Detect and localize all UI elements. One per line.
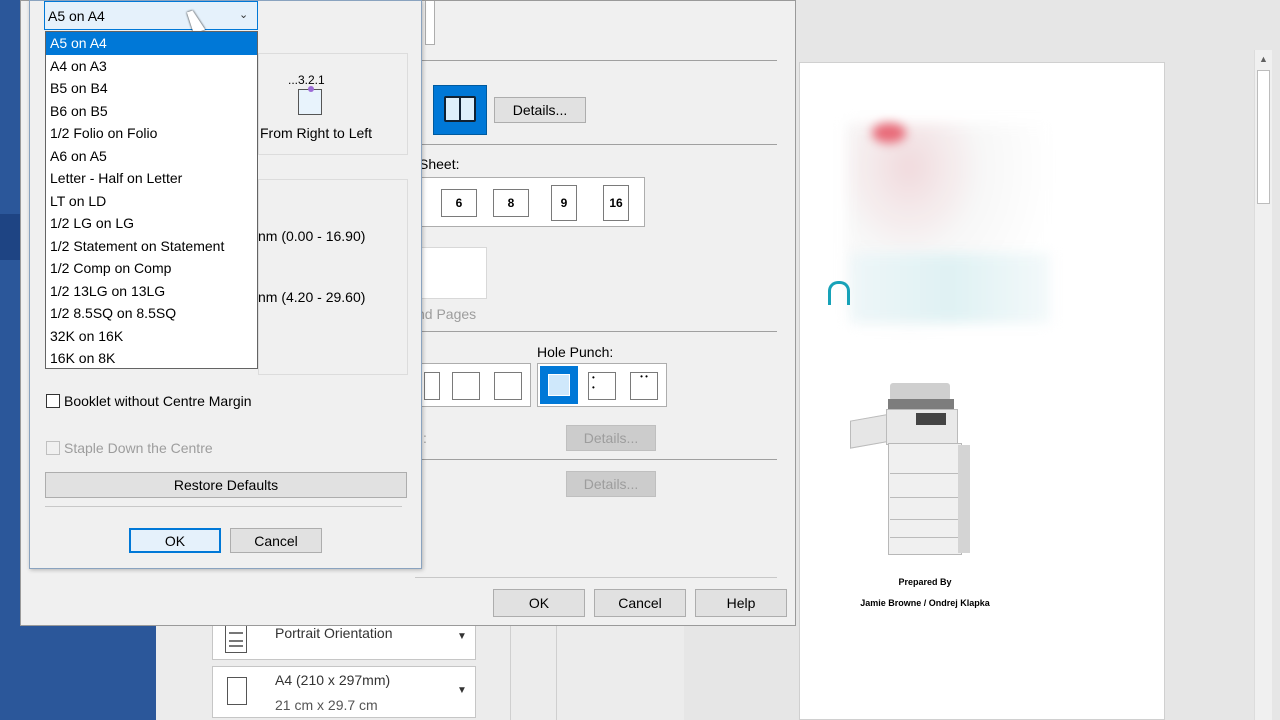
- no-punch-option[interactable]: [540, 366, 578, 404]
- orientation-label: Portrait Orientation: [275, 625, 393, 641]
- chevron-down-icon[interactable]: ▼: [457, 685, 467, 696]
- details-button[interactable]: Details...: [494, 97, 586, 123]
- left-blue-panel: [0, 626, 156, 720]
- chevron-down-icon[interactable]: ▼: [457, 631, 467, 642]
- dropdown-option[interactable]: 1/2 13LG on 13LG: [46, 280, 257, 303]
- booklet-without-margin-checkbox[interactable]: [46, 394, 60, 408]
- right-to-left-binding-option[interactable]: [433, 85, 487, 135]
- paper-size-label: A4 (210 x 297mm): [275, 672, 391, 688]
- staple-option[interactable]: [494, 372, 522, 400]
- eight-per-sheet-option[interactable]: 8: [493, 189, 529, 217]
- margin-range-2: nm (4.20 - 29.60): [258, 289, 366, 305]
- preview-page: Prepared By Jamie Browne / Ondrej Klapka: [799, 62, 1165, 720]
- cancel-button[interactable]: Cancel: [594, 589, 686, 617]
- divider: [556, 626, 557, 720]
- staple-option[interactable]: [424, 372, 440, 400]
- details-button-disabled[interactable]: Details...: [566, 471, 656, 497]
- authors-text: Jamie Browne / Ondrej Klapka: [860, 598, 990, 608]
- margin-range-1: nm (0.00 - 16.90): [258, 228, 366, 244]
- nine-per-sheet-option[interactable]: 9: [551, 185, 577, 221]
- layout-dropdown-list: A5 on A4 A4 on A3 B5 on B4 B6 on B5 1/2 …: [45, 31, 258, 369]
- cancel-button[interactable]: Cancel: [230, 528, 322, 553]
- chevron-down-icon[interactable]: ⌄: [239, 8, 248, 21]
- scroll-up-arrow-icon[interactable]: ▲: [1259, 54, 1268, 64]
- layout-combo-box[interactable]: A5 on A4 ⌄: [44, 1, 258, 30]
- dropdown-option[interactable]: B5 on B4: [46, 77, 257, 100]
- staple-centre-label: Staple Down the Centre: [64, 440, 213, 456]
- two-hole-punch-option[interactable]: • •: [588, 372, 616, 400]
- top-punch-option[interactable]: • •: [630, 372, 658, 400]
- red-dot-graphic: [872, 123, 906, 143]
- dropdown-option[interactable]: A4 on A3: [46, 55, 257, 78]
- dropdown-option[interactable]: 1/2 Comp on Comp: [46, 257, 257, 280]
- dropdown-option[interactable]: 16K on 8K: [46, 347, 257, 370]
- help-button[interactable]: Help: [695, 589, 787, 617]
- from-right-to-left-label: From Right to Left: [260, 125, 373, 141]
- staple-option[interactable]: [452, 372, 480, 400]
- staple-group: [415, 363, 531, 407]
- page-order-icon: [298, 86, 322, 115]
- logo-icon: [828, 281, 850, 305]
- order-caption: ...3.2.1: [288, 73, 325, 87]
- left-app-strip: [0, 0, 20, 720]
- top-control-edge: [425, 1, 435, 45]
- staple-centre-checkbox[interactable]: [46, 441, 60, 455]
- dropdown-option[interactable]: LT on LD: [46, 190, 257, 213]
- ok-button[interactable]: OK: [129, 528, 221, 553]
- dropdown-option[interactable]: A5 on A4: [46, 32, 257, 55]
- portrait-page-icon: [225, 625, 247, 653]
- dropdown-option[interactable]: 1/2 LG on LG: [46, 212, 257, 235]
- divider: [510, 626, 511, 720]
- paper-page-icon: [227, 677, 247, 705]
- dropdown-option[interactable]: B6 on B5: [46, 100, 257, 123]
- printer-image: [846, 379, 996, 559]
- open-book-icon: [444, 96, 476, 122]
- pages-per-sheet-label: Sheet:: [419, 156, 460, 172]
- prepared-by-text: Prepared By: [898, 577, 952, 587]
- six-per-sheet-option[interactable]: 6: [441, 189, 477, 217]
- hole-punch-label: Hole Punch:: [537, 344, 614, 360]
- left-app-strip-highlight: [0, 214, 20, 260]
- dropdown-option[interactable]: 1/2 8.5SQ on 8.5SQ: [46, 302, 257, 325]
- dropdown-option[interactable]: 1/2 Statement on Statement: [46, 235, 257, 258]
- hole-punch-group: • • • •: [537, 363, 667, 407]
- ok-button[interactable]: OK: [493, 589, 585, 617]
- dropdown-option[interactable]: 1/2 Folio on Folio: [46, 122, 257, 145]
- vertical-scrollbar[interactable]: ▲: [1254, 50, 1272, 720]
- sixteen-per-sheet-option[interactable]: 16: [603, 185, 629, 221]
- combo-selected-value: A5 on A4: [48, 8, 105, 24]
- restore-defaults-button[interactable]: Restore Defaults: [45, 472, 407, 498]
- margin-group: [258, 179, 408, 375]
- bind-pages-label: nd Pages: [417, 306, 477, 322]
- paper-size-setting[interactable]: A4 (210 x 297mm) 21 cm x 29.7 cm ▼: [212, 666, 476, 718]
- dropdown-option[interactable]: A6 on A5: [46, 145, 257, 168]
- paper-dims-label: 21 cm x 29.7 cm: [275, 697, 378, 713]
- dropdown-option[interactable]: Letter - Half on Letter: [46, 167, 257, 190]
- option-label: :: [423, 430, 427, 446]
- scrollbar-thumb[interactable]: [1257, 70, 1270, 204]
- teal-band-graphic: [850, 253, 1050, 323]
- booklet-without-margin-label[interactable]: Booklet without Centre Margin: [64, 393, 252, 409]
- details-button-disabled[interactable]: Details...: [566, 425, 656, 451]
- binding-preview-box: [419, 247, 487, 299]
- dropdown-option[interactable]: 32K on 16K: [46, 325, 257, 348]
